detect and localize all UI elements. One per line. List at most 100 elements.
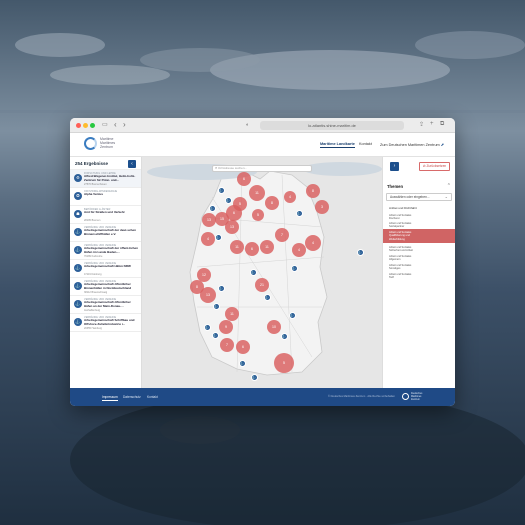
reset-filters-button[interactable]: ⊘ Zurücksetzen (419, 162, 450, 171)
footer-link-kontakt[interactable]: Kontakt (147, 395, 158, 399)
minimize-window-button[interactable] (83, 123, 88, 128)
map-pin-icon[interactable]: ⚓ (263, 293, 271, 301)
map-view[interactable]: Ort/Adresse suchen... ⌕ 6 11 5 8 5 4 8 3 13 15 13 6… (142, 157, 382, 388)
map-pin-icon[interactable]: ⚓ (288, 311, 296, 319)
map-cluster-marker[interactable]: 21 (255, 278, 269, 292)
filter-option[interactable]: Arbeit und Soziales Tarif (389, 273, 411, 279)
filter-option[interactable]: Arbeit und Soziales Fischerei (389, 214, 411, 220)
map-cluster-marker[interactable]: 10 (267, 320, 281, 334)
logo-line: Zentrum (100, 145, 114, 150)
results-list: ⚙ FORSCHUNG UND LEHRE Alfred-Wegener-Insti… (70, 170, 141, 332)
address-bar[interactable]: lo-atlantis.shine-maritim.de (260, 121, 404, 130)
map-cluster-marker[interactable]: 4 (201, 232, 215, 246)
map-cluster-marker[interactable]: 13 (200, 287, 216, 303)
site-logo-text: Maritime Maritimes Zentrum (100, 137, 115, 150)
filter-option[interactable]: Anbiet und Dichtfahrt (389, 206, 417, 210)
map-pin-icon[interactable]: ⚓ (356, 248, 364, 256)
map-cluster-marker[interactable]: 6 (236, 340, 250, 354)
list-item[interactable]: ⚙ FORSCHUNG UND LEHRE Alfred-Wegener-Insti… (70, 170, 141, 188)
map-pin-icon[interactable]: ⚓ (280, 332, 288, 340)
collapse-filter-button[interactable]: › (390, 162, 399, 171)
map-pin-icon[interactable]: ⚓ (250, 373, 258, 381)
map-cluster-marker[interactable]: 4 (292, 243, 306, 257)
category-icon: ⚓ (74, 228, 82, 236)
map-cluster-marker[interactable]: 8 (306, 184, 320, 198)
map-pin-icon[interactable]: ⚓ (217, 284, 225, 292)
map-pin-icon[interactable]: ⚓ (203, 323, 211, 331)
list-item[interactable]: ⚓ VERBÄNDE UND VEREINE Arbeitsgemeinschaft… (70, 296, 141, 314)
map-pin-icon[interactable]: ⚓ (290, 264, 298, 272)
filter-option-line: Sonstiges (389, 267, 401, 271)
map-pin-icon[interactable]: ⚓ (224, 196, 232, 204)
chevron-up-icon[interactable]: ⌃ (447, 183, 451, 189)
list-item[interactable]: ⚓ VERBÄNDE UND VEREINE Arbeitsgemeinschaft… (70, 314, 141, 332)
list-item[interactable]: ⚓ VERBÄNDE UND VEREINE Arbeitsgemeinschaft… (70, 278, 141, 296)
item-name: Alfred-Wegener-Institut, Helm-holtz-Zent… (84, 175, 136, 182)
map-cluster-marker[interactable]: 6 (237, 172, 251, 186)
forward-arrow-icon[interactable]: › (123, 120, 126, 130)
shield-icon[interactable]: ◐ (246, 120, 249, 130)
map-pin-icon[interactable]: ⚓ (238, 359, 246, 367)
filter-option[interactable]: Arbeit und Soziales Sozialpartner (389, 222, 411, 228)
new-tab-icon[interactable]: + (430, 121, 434, 127)
filter-option[interactable]: Arbeit und Soziales Sonstiges (389, 264, 411, 270)
back-arrow-icon[interactable]: ‹ (114, 120, 117, 130)
browser-toolbar: ▭ ‹ › ◐ lo-atlantis.shine-maritim.de ⇪ +… (70, 118, 455, 133)
sidebar-toggle-icon[interactable]: ▭ (102, 120, 108, 130)
map-cluster-marker[interactable]: 9 (219, 320, 233, 334)
collapse-results-button[interactable]: ‹ (128, 160, 136, 168)
map-cluster-marker[interactable]: 13 (202, 213, 216, 227)
list-item[interactable]: ⚓ VERBÄNDE UND VEREINE Arbeitsgemeinschaft… (70, 224, 141, 242)
filter-option[interactable]: Arbeit und Soziales Allgemein (389, 255, 411, 261)
results-count: 254 Ergebnisse (75, 161, 109, 166)
map-cluster-marker[interactable]: 6 (245, 242, 259, 256)
menu-kontakt[interactable]: Kontakt (359, 142, 372, 146)
footer-link-impressum[interactable]: Impressum (102, 395, 118, 401)
list-item[interactable]: ⚓ VERBÄNDE UND VEREINE Arbeitsgemeinschaft… (70, 260, 141, 278)
menu-zum-dmz[interactable]: Zum Deutschen Maritimen Zentrum ⬈ (380, 142, 444, 147)
map-pin-icon[interactable]: ⚓ (249, 268, 257, 276)
site-header: Maritime Maritimes Zentrum Maritime Land… (70, 133, 455, 157)
map-search-input[interactable]: Ort/Adresse suchen... (212, 165, 312, 172)
map-cluster-marker[interactable]: 5 (274, 353, 294, 373)
close-window-button[interactable] (76, 123, 81, 128)
map-pin-icon[interactable]: ⚓ (217, 186, 225, 194)
footer-logo-icon[interactable] (402, 393, 409, 400)
map-cluster-marker[interactable]: 13 (225, 220, 239, 234)
item-location: 20355 Hamburg (84, 326, 102, 330)
footer-link-datenschutz[interactable]: Datenschutz (123, 395, 141, 399)
map-cluster-marker[interactable]: 5 (252, 209, 264, 221)
themen-select[interactable]: Auswählen oder eingeben... ⌄ (386, 193, 452, 201)
menu-maritime-landkarte[interactable]: Maritime Landkarte (320, 142, 355, 148)
map-cluster-marker[interactable]: 8 (265, 196, 279, 210)
filter-option[interactable]: Arbeit und Soziales Sicherheit und Arbeit (389, 246, 413, 252)
filter-option-line: Fischerei (389, 217, 400, 221)
map-cluster-marker[interactable]: 11 (260, 240, 274, 254)
map-pin-icon[interactable]: ⚓ (214, 233, 222, 241)
share-icon[interactable]: ⇪ (419, 121, 424, 128)
map-pin-icon[interactable]: ⚓ (295, 209, 303, 217)
map-cluster-marker[interactable]: 7 (275, 228, 289, 242)
site-logo-icon[interactable] (84, 137, 97, 150)
map-cluster-marker[interactable]: 4 (305, 235, 321, 251)
tabs-overview-icon[interactable]: ⧉ (440, 121, 444, 128)
map-pin-icon[interactable]: ⚓ (208, 204, 216, 212)
menu-dmz-label: Zum Deutschen Maritimen Zentrum (380, 143, 440, 147)
map-cluster-marker[interactable]: 7 (220, 338, 234, 352)
map-cluster-marker[interactable]: 11 (225, 307, 239, 321)
list-item[interactable]: ✪ OFFSHORE-WINDENERGIE Alpha Ventus (70, 188, 141, 206)
map-cluster-marker[interactable]: 6 (226, 205, 242, 221)
map-search-icon[interactable]: ⌕ (215, 165, 217, 170)
list-item[interactable]: ⚓ VERBÄNDE UND VEREINE Arbeitsgemeinschaft… (70, 242, 141, 260)
map-cluster-marker[interactable]: 4 (284, 191, 296, 203)
map-pin-icon[interactable]: ⚓ (212, 302, 220, 310)
map-cluster-marker[interactable]: 11 (249, 185, 265, 201)
item-location: 76189 Karlsruhe (84, 254, 103, 258)
map-cluster-marker[interactable]: 11 (230, 240, 244, 254)
list-item[interactable]: ☗ BEHÖRDEN & ÄMTER Amt für Straßen und Ver… (70, 206, 141, 224)
map-pin-icon[interactable]: ⚓ (211, 331, 219, 339)
filter-option-line: Allgemein (389, 258, 401, 262)
maximize-window-button[interactable] (90, 123, 95, 128)
item-location: Aschaffenburg (84, 308, 101, 312)
map-cluster-marker[interactable]: 3 (315, 200, 329, 214)
